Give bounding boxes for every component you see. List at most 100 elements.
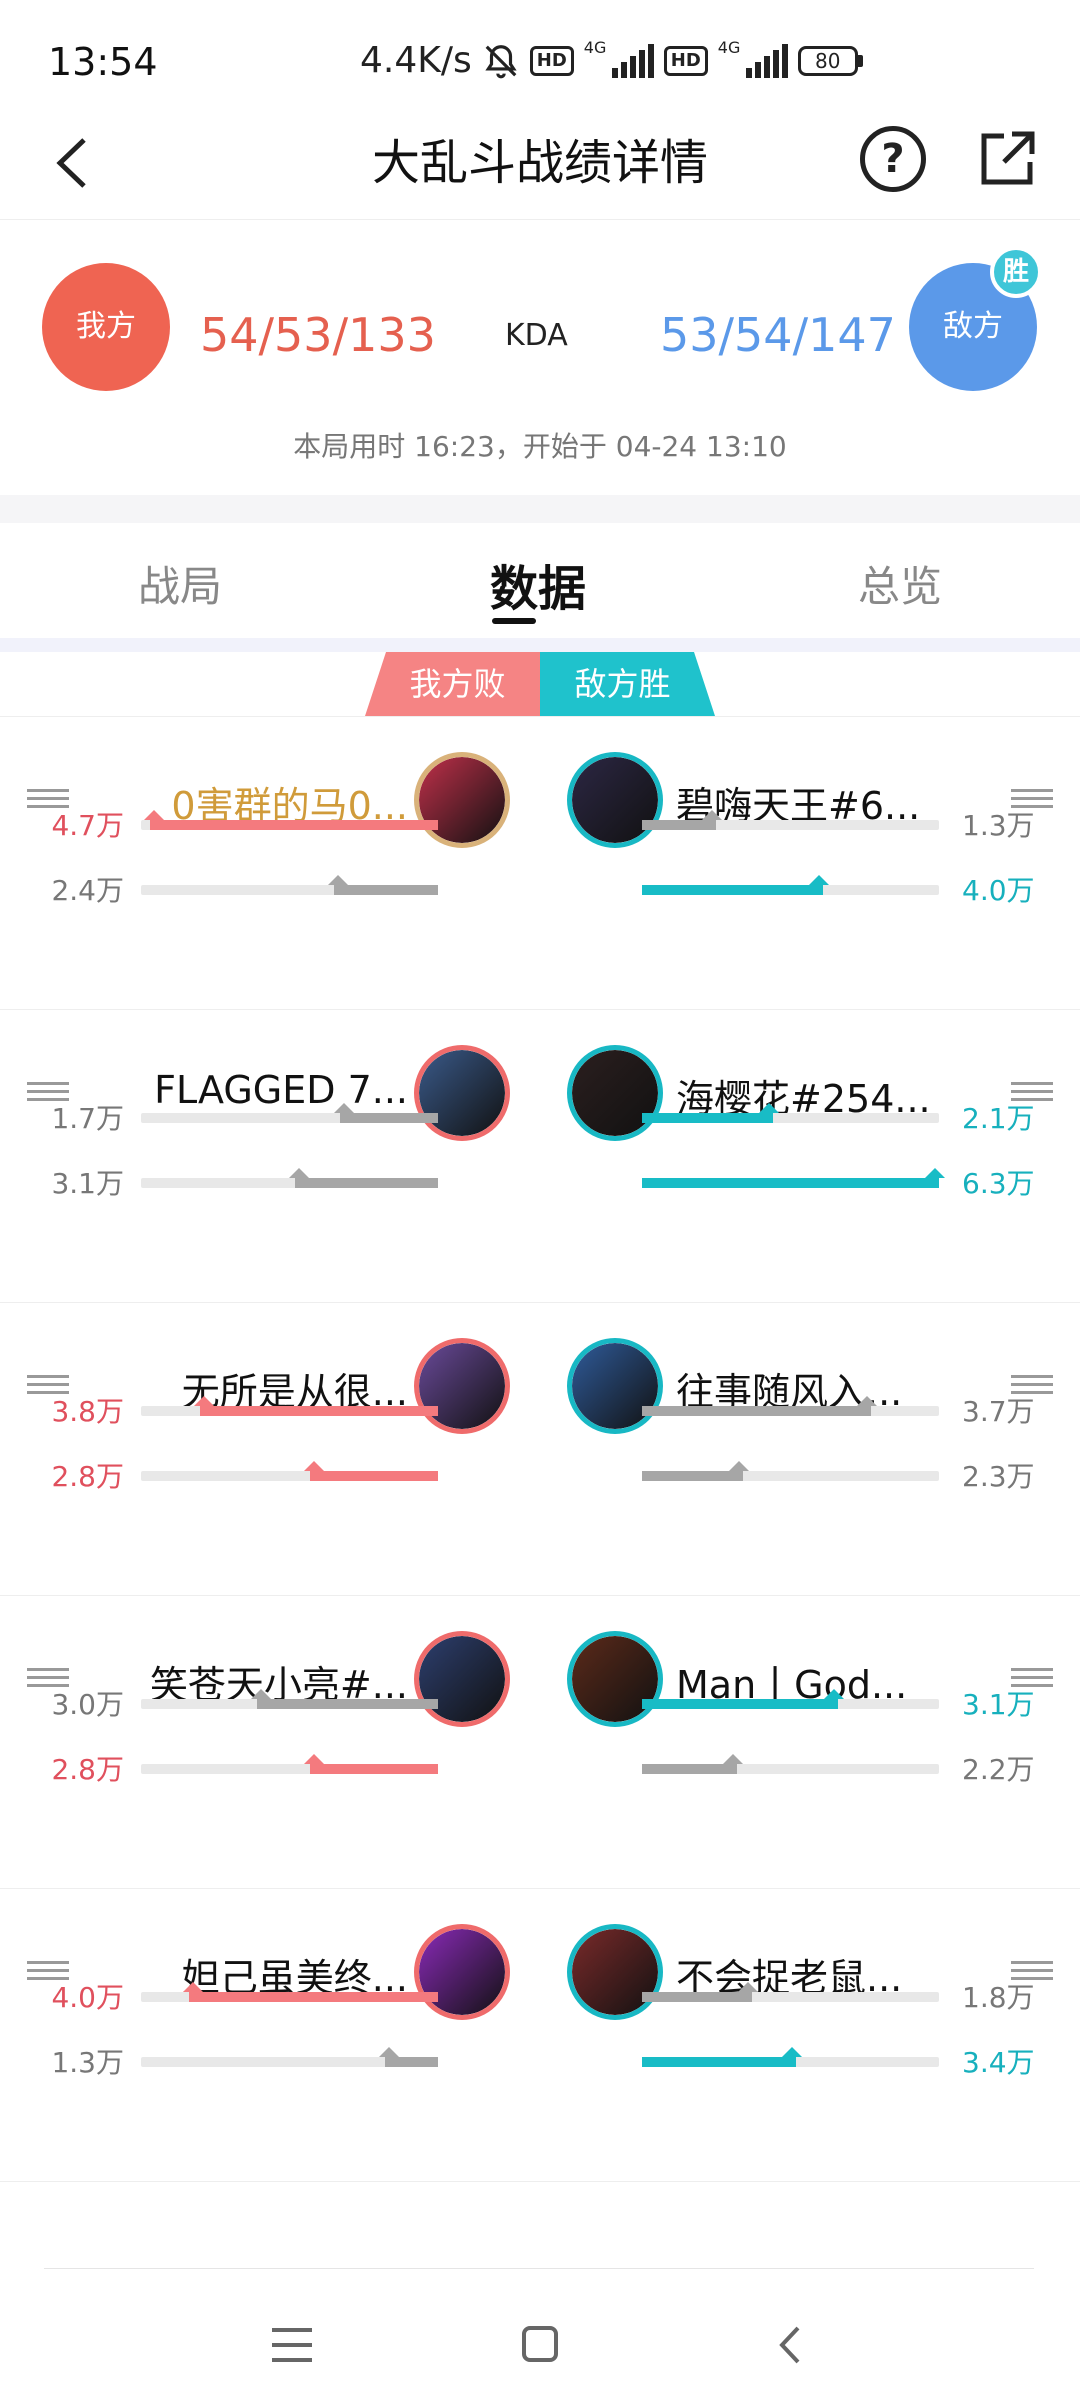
- stat-bar-fill: [642, 1689, 845, 1709]
- player-avatar[interactable]: [414, 752, 510, 848]
- share-icon[interactable]: [974, 126, 1040, 192]
- player-stat-2: 3.4万: [962, 2046, 1035, 2079]
- stat-bar: [642, 1461, 939, 1481]
- kda-label: KDA: [505, 318, 568, 353]
- stat-bar-fill: [642, 1103, 779, 1123]
- player-avatar[interactable]: [567, 1045, 663, 1141]
- player-stat-1: 4.7万: [51, 809, 124, 842]
- player-avatar[interactable]: [414, 1924, 510, 2020]
- stat-bar-fill: [304, 1461, 438, 1481]
- status-bar: 13:54 4.4K/s HD 4G HD 4G 80: [0, 0, 1080, 120]
- enemy-team-kda: 53/54/147: [660, 308, 896, 362]
- player-stat-2: 3.1万: [51, 1167, 124, 1200]
- player-stat-1: 3.8万: [51, 1395, 124, 1428]
- help-icon[interactable]: ?: [860, 126, 926, 192]
- tab-overview[interactable]: 总览: [858, 553, 942, 614]
- player-stat-2: 4.0万: [962, 874, 1035, 907]
- player-stat-2: 2.8万: [51, 1460, 124, 1493]
- player-avatar[interactable]: [567, 752, 663, 848]
- player-stat-1: 1.8万: [962, 1981, 1035, 2014]
- stat-bar: [141, 1168, 438, 1188]
- win-badge: 胜: [990, 246, 1042, 298]
- my-team-result: 我方败: [365, 652, 540, 716]
- player-stat-1: 3.0万: [51, 1688, 124, 1721]
- player-stat-2: 1.3万: [51, 2046, 124, 2079]
- player-name[interactable]: FLAGGED 7...: [154, 1068, 408, 1112]
- stat-bar-fill: [642, 1754, 744, 1774]
- stat-bar-fill: [304, 1754, 438, 1774]
- stat-bar: [141, 1689, 438, 1709]
- stat-bar-fill: [334, 1103, 438, 1123]
- stat-bar-fill: [642, 2047, 803, 2067]
- result-banner: 我方败 敌方胜: [365, 652, 715, 716]
- player-avatar[interactable]: [567, 1338, 663, 1434]
- stat-bar: [642, 1396, 939, 1416]
- stat-bar: [642, 1168, 945, 1188]
- stat-bar: [642, 875, 939, 895]
- stat-bar-fill: [642, 1396, 877, 1416]
- hd-icon: HD: [663, 45, 708, 76]
- player-stat-2: 2.8万: [51, 1753, 124, 1786]
- menu-icon[interactable]: [272, 2328, 312, 2364]
- player-stat-2: 2.3万: [962, 1460, 1035, 1493]
- player-stat-1: 1.7万: [51, 1102, 124, 1135]
- player-avatar[interactable]: [414, 1338, 510, 1434]
- stat-bar: [642, 1982, 939, 2002]
- home-icon[interactable]: [522, 2326, 558, 2362]
- match-time-info: 本局用时 16:23，开始于 04-24 13:10: [293, 430, 787, 463]
- stat-bar: [141, 1396, 438, 1416]
- stat-bar: [642, 1689, 939, 1709]
- player-row: 0害群的马0... 4.7万 2.4万 碧嗨天王#6... 1.3万 4.0万: [0, 717, 1080, 1010]
- stat-bar-fill: [328, 875, 438, 895]
- stat-bar: [141, 810, 438, 830]
- section-divider: [0, 495, 1080, 523]
- stat-bar: [642, 810, 939, 830]
- player-row: 无所是从很... 3.8万 2.8万 往事随风入... 3.7万 2.3万: [0, 1303, 1080, 1596]
- top-nav: 大乱斗战绩详情 ?: [0, 110, 1080, 220]
- stat-bar-fill: [182, 1982, 438, 2002]
- player-stat-1: 3.7万: [962, 1395, 1035, 1428]
- tab-battle[interactable]: 战局: [138, 553, 222, 614]
- enemy-team-result: 敌方胜: [540, 652, 715, 716]
- player-stat-2: 6.3万: [962, 1167, 1035, 1200]
- match-summary: 我方 54/53/133 KDA 53/54/147 敌方 胜 本局用时 16:…: [0, 220, 1080, 495]
- stat-bar: [141, 1982, 438, 2002]
- stat-bar: [141, 875, 438, 895]
- player-avatar[interactable]: [567, 1631, 663, 1727]
- stat-bar-fill: [143, 810, 438, 830]
- system-back-icon[interactable]: [770, 2322, 810, 2368]
- tab-divider: [0, 638, 1080, 652]
- player-stat-1: 2.1万: [962, 1102, 1035, 1135]
- hd-icon: HD: [529, 45, 574, 76]
- player-row: FLAGGED 7... 1.7万 3.1万 海樱花#254... 2.1万 6…: [0, 1010, 1080, 1303]
- stat-bar-fill: [250, 1689, 438, 1709]
- player-row: 笑苍天小亮#... 3.0万 2.8万 Man丨God... 3.1万 2.2万: [0, 1596, 1080, 1889]
- tab-data[interactable]: 数据: [490, 549, 586, 619]
- stat-bar-fill: [642, 1168, 945, 1188]
- player-stat-1: 3.1万: [962, 1688, 1035, 1721]
- status-icons: 4.4K/s HD 4G HD 4G 80: [360, 38, 863, 81]
- player-stat-1: 4.0万: [51, 1981, 124, 2014]
- player-stat-2: 2.2万: [962, 1753, 1035, 1786]
- stat-bar-fill: [194, 1396, 438, 1416]
- stat-bar: [141, 1461, 438, 1481]
- stat-bar-fill: [642, 1982, 758, 2002]
- my-team-kda: 54/53/133: [200, 308, 436, 362]
- active-tab-indicator: [492, 618, 536, 624]
- stat-bar-fill: [642, 810, 723, 830]
- player-avatar[interactable]: [414, 1045, 510, 1141]
- my-team-badge: 我方: [42, 263, 170, 391]
- stat-bar: [141, 2047, 438, 2067]
- system-nav-bar: [0, 2290, 1080, 2400]
- stat-bar: [642, 2047, 939, 2067]
- system-nav-divider: [44, 2268, 1034, 2269]
- player-avatar[interactable]: [414, 1631, 510, 1727]
- stat-bar: [141, 1754, 438, 1774]
- stat-bar: [141, 1103, 438, 1123]
- stat-bar-fill: [378, 2047, 438, 2067]
- player-avatar[interactable]: [567, 1924, 663, 2020]
- tab-bar: 战局 数据 总览: [0, 523, 1080, 638]
- signal-icon: 4G: [718, 38, 788, 78]
- status-time: 13:54: [48, 40, 158, 84]
- stat-bar-fill: [289, 1168, 438, 1188]
